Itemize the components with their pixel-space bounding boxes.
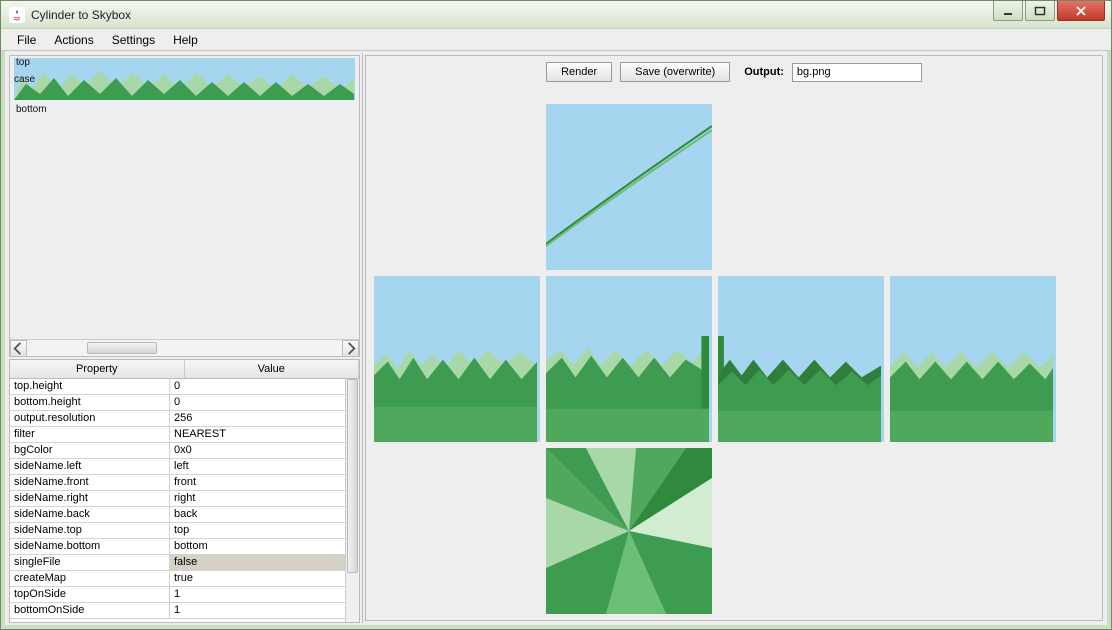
property-key: createMap [10,571,170,586]
property-row[interactable]: top.height0 [10,379,345,395]
preview-hscrollbar[interactable] [10,339,359,356]
property-key: output.resolution [10,411,170,426]
property-value[interactable]: true [170,571,345,586]
close-button[interactable] [1057,1,1105,21]
menu-help[interactable]: Help [165,31,206,49]
menubar: File Actions Settings Help [1,29,1111,51]
save-button[interactable]: Save (overwrite) [620,62,730,82]
property-key: sideName.front [10,475,170,490]
property-table: top.height0bottom.height0output.resoluti… [9,379,360,623]
property-row[interactable]: bgColor0x0 [10,443,345,459]
property-key: sideName.right [10,491,170,506]
property-value[interactable]: 1 [170,603,345,618]
window-title: Cylinder to Skybox [31,8,131,22]
property-value[interactable]: left [170,459,345,474]
property-row[interactable]: topOnSide1 [10,587,345,603]
cylinder-preview-panel: top case bottom [9,55,360,357]
property-row[interactable]: sideName.bottombottom [10,539,345,555]
property-row[interactable]: sideName.leftleft [10,459,345,475]
property-value[interactable]: right [170,491,345,506]
maximize-button[interactable] [1025,1,1055,21]
skybox-face-back [890,276,1056,442]
property-value[interactable]: 0 [170,379,345,394]
header-value[interactable]: Value [185,360,360,378]
property-key: bottom.height [10,395,170,410]
property-row[interactable]: sideName.backback [10,507,345,523]
skybox-face-left [374,276,540,442]
property-row[interactable]: filterNEAREST [10,427,345,443]
property-row[interactable]: sideName.toptop [10,523,345,539]
output-label: Output: [744,66,784,78]
preview-label-top: top [16,57,30,68]
scroll-left-icon[interactable] [10,340,27,357]
property-row[interactable]: sideName.rightright [10,491,345,507]
property-value[interactable]: bottom [170,539,345,554]
header-property[interactable]: Property [10,360,185,378]
property-key: filter [10,427,170,442]
property-key: top.height [10,379,170,394]
property-row[interactable]: singleFilefalse [10,555,345,571]
skybox-output-panel: Render Save (overwrite) Output: [365,55,1103,621]
property-value[interactable]: false [170,555,345,570]
property-row[interactable]: sideName.frontfront [10,475,345,491]
java-icon [9,7,25,23]
cylinder-strip-image [14,58,355,100]
skybox-face-right [718,276,884,442]
output-filename-input[interactable] [792,63,922,82]
property-key: sideName.back [10,507,170,522]
property-value[interactable]: 256 [170,411,345,426]
app-window: Cylinder to Skybox File Actions Settings… [0,0,1112,630]
property-key: singleFile [10,555,170,570]
property-row[interactable]: createMaptrue [10,571,345,587]
property-row[interactable]: bottom.height0 [10,395,345,411]
property-key: sideName.bottom [10,539,170,554]
property-value[interactable]: NEAREST [170,427,345,442]
property-value[interactable]: 1 [170,587,345,602]
property-value[interactable]: top [170,523,345,538]
property-value[interactable]: front [170,475,345,490]
render-button[interactable]: Render [546,62,612,82]
left-pane: top case bottom Property Value [7,53,363,623]
titlebar[interactable]: Cylinder to Skybox [1,1,1111,29]
property-key: sideName.top [10,523,170,538]
preview-label-case: case [14,74,35,85]
scroll-right-icon[interactable] [342,340,359,357]
skybox-face-top [546,104,712,270]
preview-label-bottom: bottom [16,104,47,115]
property-row[interactable]: output.resolution256 [10,411,345,427]
menu-settings[interactable]: Settings [104,31,163,49]
property-key: bottomOnSide [10,603,170,618]
property-value[interactable]: 0 [170,395,345,410]
menu-file[interactable]: File [9,31,44,49]
skybox-face-front [546,276,712,442]
property-row[interactable]: bottomOnSide1 [10,603,345,619]
property-value[interactable]: back [170,507,345,522]
menu-actions[interactable]: Actions [46,31,101,49]
property-key: sideName.left [10,459,170,474]
minimize-button[interactable] [993,1,1023,21]
property-vscrollbar[interactable] [345,379,359,622]
property-key: topOnSide [10,587,170,602]
scroll-thumb[interactable] [87,342,157,354]
output-toolbar: Render Save (overwrite) Output: [366,62,1102,82]
property-table-header: Property Value [9,359,360,379]
skybox-face-bottom [546,448,712,614]
property-key: bgColor [10,443,170,458]
property-value[interactable]: 0x0 [170,443,345,458]
